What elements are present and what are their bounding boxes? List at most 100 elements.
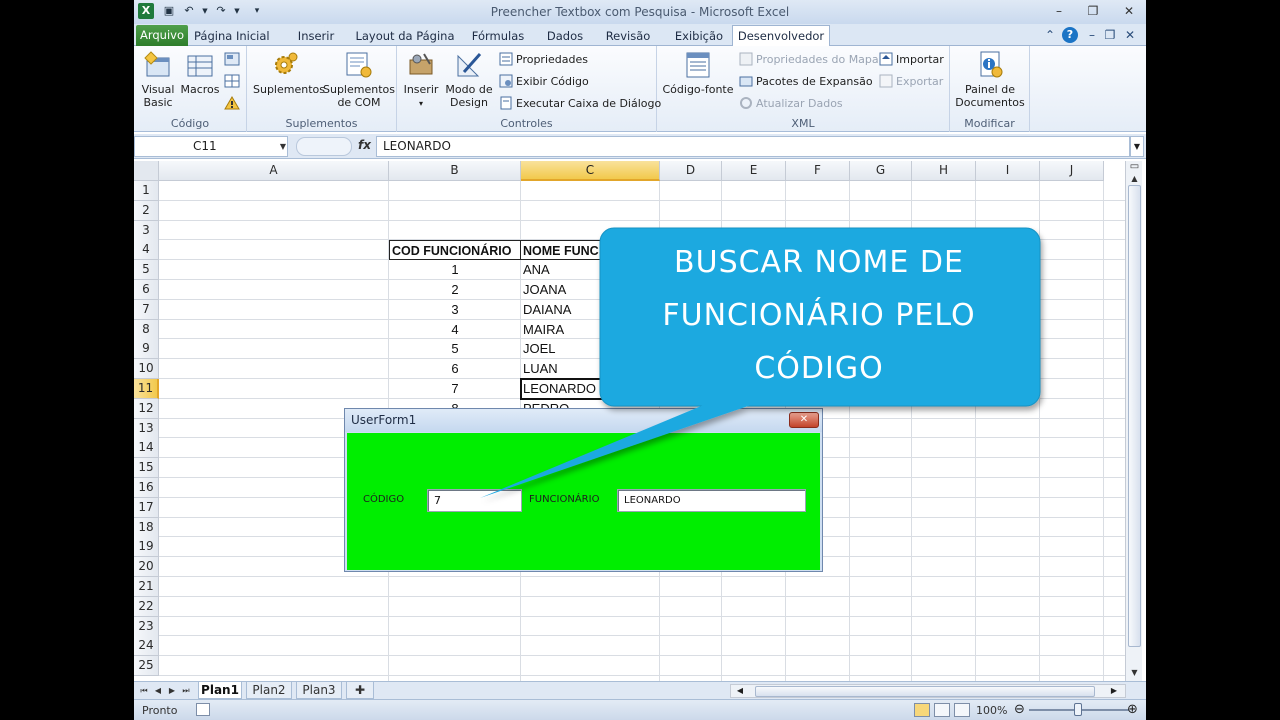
zoom-out-icon[interactable]: ⊖: [1014, 702, 1025, 717]
page-break-view-icon[interactable]: [954, 703, 970, 717]
row-header-17[interactable]: 17: [134, 497, 159, 518]
column-header-h[interactable]: H: [912, 161, 976, 181]
row-header-23[interactable]: 23: [134, 616, 159, 637]
row-header-15[interactable]: 15: [134, 458, 159, 479]
row-header-8[interactable]: 8: [134, 319, 159, 340]
column-header-j[interactable]: J: [1040, 161, 1104, 181]
insert-sheet-icon[interactable]: ✚: [346, 682, 374, 699]
split-handle-icon[interactable]: ▭: [1128, 161, 1141, 173]
row-header-21[interactable]: 21: [134, 577, 159, 597]
propriedades-button[interactable]: Propriedades: [499, 51, 588, 69]
table-cell-code[interactable]: 1: [389, 260, 521, 280]
record-macro-icon[interactable]: [224, 52, 240, 66]
page-layout-view-icon[interactable]: [934, 703, 950, 717]
row-header-1[interactable]: 1: [134, 181, 159, 201]
select-all-corner[interactable]: [134, 161, 159, 181]
column-header-c[interactable]: C: [521, 161, 660, 181]
exibir-codigo-button[interactable]: Exibir Código: [499, 73, 589, 91]
row-header-6[interactable]: 6: [134, 280, 159, 300]
relative-references-icon[interactable]: [224, 74, 240, 88]
horizontal-scroll-thumb[interactable]: [755, 686, 1095, 697]
column-header-f[interactable]: F: [786, 161, 850, 181]
minimize-ribbon-icon[interactable]: ⌃: [1042, 27, 1058, 43]
column-header-d[interactable]: D: [660, 161, 722, 181]
tab-revisao[interactable]: Revisão: [596, 27, 660, 46]
row-header-13[interactable]: 13: [134, 418, 159, 439]
atualizar-dados-button[interactable]: Atualizar Dados: [739, 95, 843, 113]
visual-basic-button[interactable]: Visual Basic: [138, 50, 178, 109]
row-header-3[interactable]: 3: [134, 220, 159, 241]
scroll-right-icon[interactable]: ▶: [1107, 685, 1121, 697]
inserir-control-button[interactable]: Inserir ▾: [401, 50, 441, 110]
doc-minimize-icon[interactable]: –: [1084, 27, 1100, 43]
row-header-19[interactable]: 19: [134, 537, 159, 558]
tab-dados[interactable]: Dados: [538, 27, 592, 46]
importar-button[interactable]: Importar: [879, 51, 944, 69]
scroll-up-icon[interactable]: ▲: [1128, 173, 1141, 185]
row-header-14[interactable]: 14: [134, 438, 159, 459]
vertical-scrollbar[interactable]: ▭ ▲ ▼: [1125, 161, 1142, 681]
userform-close-button[interactable]: ✕: [789, 412, 819, 428]
row-header-12[interactable]: 12: [134, 398, 159, 419]
pacotes-expansao-button[interactable]: Pacotes de Expansão: [739, 73, 873, 91]
codigo-textbox[interactable]: 7: [427, 489, 522, 512]
tab-formulas[interactable]: Fórmulas: [466, 27, 530, 46]
tab-arquivo[interactable]: Arquivo: [136, 25, 188, 46]
first-sheet-icon[interactable]: ⏮: [138, 684, 150, 698]
column-header-i[interactable]: I: [976, 161, 1040, 181]
tab-exibicao[interactable]: Exibição: [666, 27, 732, 46]
help-icon[interactable]: ?: [1062, 27, 1078, 43]
row-header-5[interactable]: 5: [134, 260, 159, 281]
row-header-24[interactable]: 24: [134, 636, 159, 657]
suplementos-button[interactable]: Suplementos: [253, 50, 325, 96]
sheet-tab-plan2[interactable]: Plan2: [246, 682, 292, 699]
row-header-18[interactable]: 18: [134, 517, 159, 538]
formula-input[interactable]: LEONARDO: [376, 136, 1130, 157]
insert-function-icon[interactable]: fx: [358, 138, 371, 152]
table-cell-code[interactable]: 3: [389, 300, 521, 320]
doc-restore-icon[interactable]: ❐: [1102, 27, 1118, 43]
next-sheet-icon[interactable]: ▶: [166, 684, 178, 698]
row-header-7[interactable]: 7: [134, 299, 159, 320]
expand-formula-bar-icon[interactable]: ▼: [1130, 136, 1144, 157]
sheet-tab-plan1[interactable]: Plan1: [198, 682, 242, 699]
column-header-e[interactable]: E: [722, 161, 786, 181]
restore-icon[interactable]: ❐: [1082, 3, 1104, 19]
table-cell-code[interactable]: 7: [389, 379, 521, 399]
modo-design-button[interactable]: Modo de Design: [443, 50, 495, 109]
tab-pagina-inicial[interactable]: Página Inicial: [194, 27, 270, 46]
doc-close-icon[interactable]: ✕: [1122, 27, 1138, 43]
horizontal-scrollbar[interactable]: ◀ ▶: [730, 684, 1126, 698]
zoom-in-icon[interactable]: ⊕: [1127, 702, 1138, 717]
zoom-level[interactable]: 100%: [976, 704, 1007, 717]
sheet-tab-plan3[interactable]: Plan3: [296, 682, 342, 699]
row-header-25[interactable]: 25: [134, 656, 159, 677]
painel-documentos-button[interactable]: Painel de Documentos: [954, 50, 1026, 109]
table-header-code[interactable]: COD FUNCIONÁRIO: [389, 240, 521, 261]
name-box-dropdown-icon[interactable]: ▼: [278, 136, 288, 157]
row-header-22[interactable]: 22: [134, 596, 159, 617]
executar-caixa-dialogo-button[interactable]: Executar Caixa de Diálogo: [499, 95, 661, 113]
exportar-button[interactable]: Exportar: [879, 73, 943, 91]
column-header-b[interactable]: B: [389, 161, 521, 181]
close-window-icon[interactable]: ✕: [1118, 3, 1140, 19]
tab-inserir[interactable]: Inserir: [290, 27, 342, 46]
vertical-scroll-thumb[interactable]: [1128, 185, 1141, 647]
table-cell-code[interactable]: 6: [389, 359, 521, 379]
table-cell-code[interactable]: 5: [389, 339, 521, 359]
table-cell-code[interactable]: 4: [389, 320, 521, 340]
macro-security-icon[interactable]: [224, 96, 240, 110]
row-header-2[interactable]: 2: [134, 200, 159, 221]
formula-bar-resize-handle[interactable]: [296, 137, 352, 156]
name-box[interactable]: C11: [134, 136, 288, 157]
scroll-down-icon[interactable]: ▼: [1128, 667, 1141, 679]
prev-sheet-icon[interactable]: ◀: [152, 684, 164, 698]
row-header-4[interactable]: 4: [134, 240, 159, 261]
row-header-9[interactable]: 9: [134, 339, 159, 360]
row-header-20[interactable]: 20: [134, 557, 159, 578]
macro-recording-icon[interactable]: [196, 703, 210, 716]
funcionario-textbox[interactable]: LEONARDO: [617, 489, 806, 512]
row-header-16[interactable]: 16: [134, 478, 159, 498]
zoom-slider-knob[interactable]: [1074, 703, 1082, 716]
minimize-icon[interactable]: –: [1048, 3, 1070, 19]
